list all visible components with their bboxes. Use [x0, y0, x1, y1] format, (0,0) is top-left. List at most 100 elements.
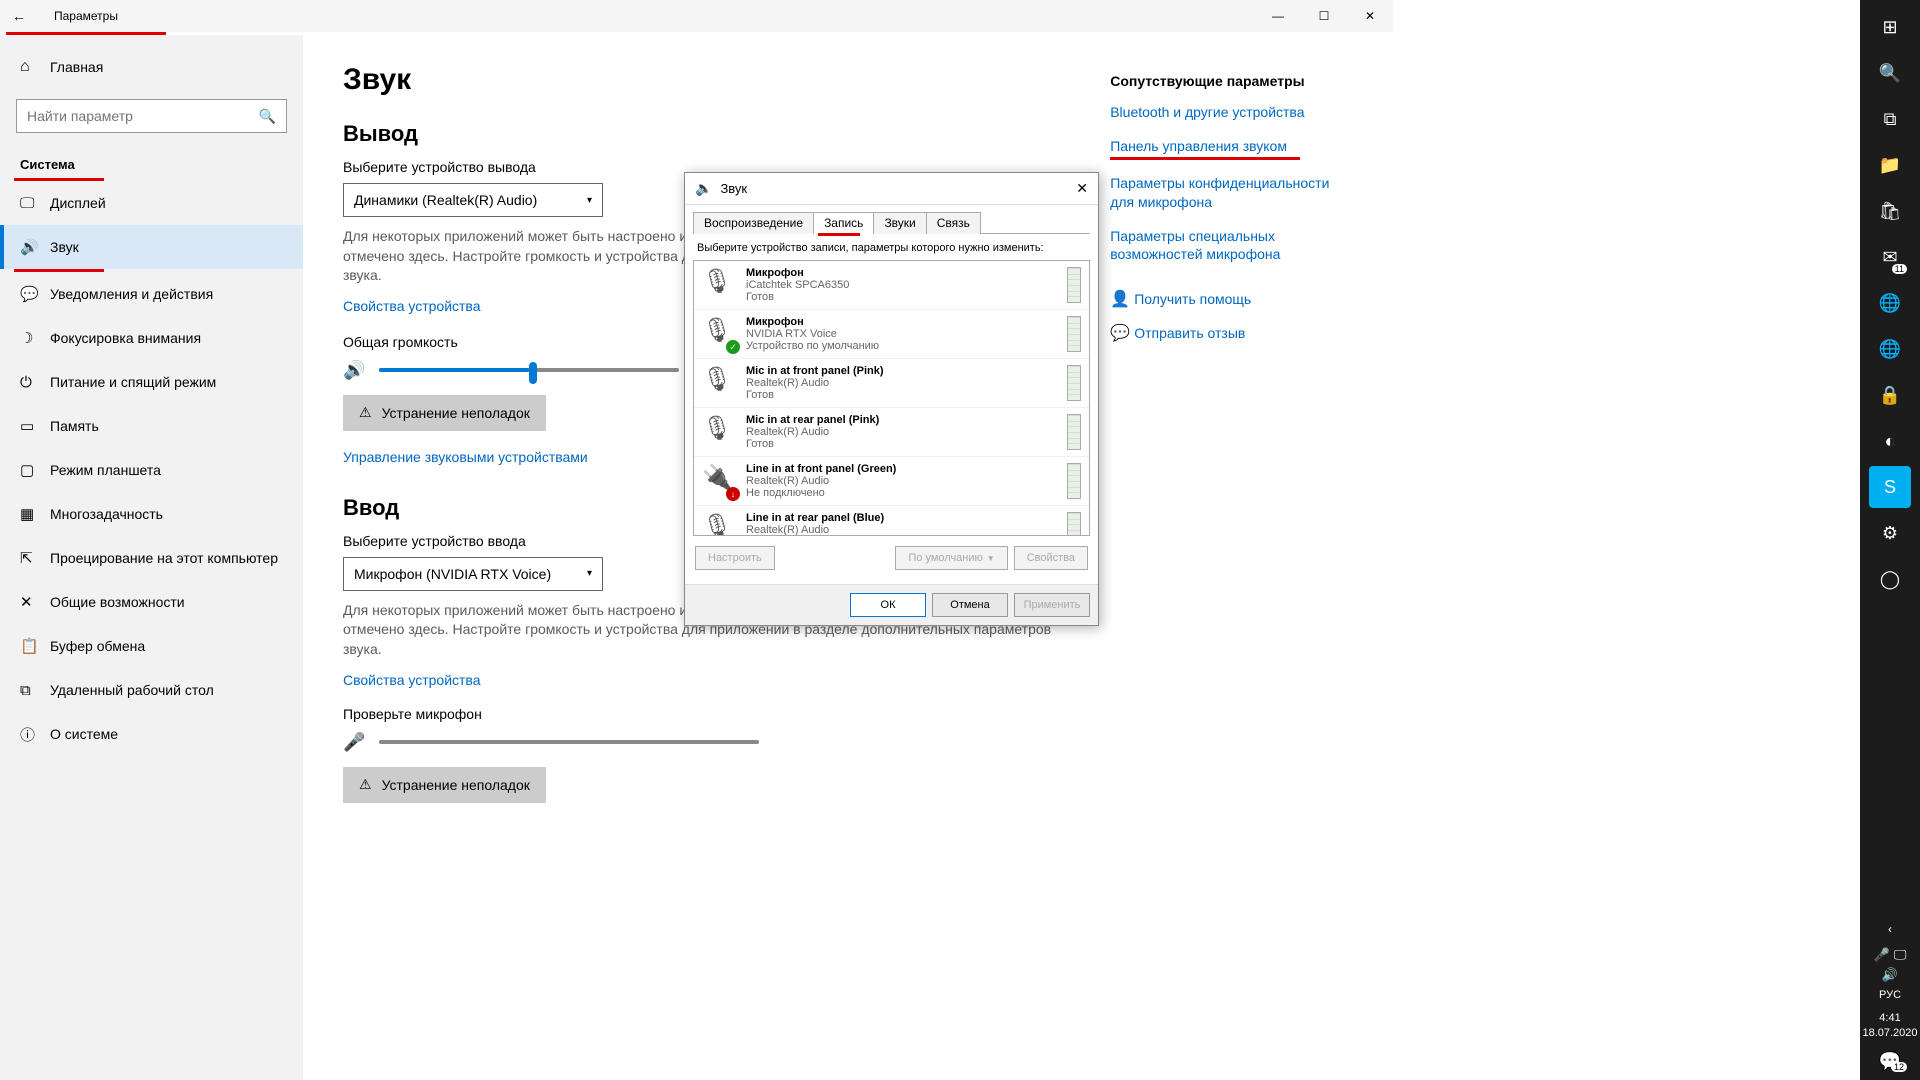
- taskbar-settings[interactable]: ⚙: [1869, 512, 1911, 554]
- sidebar: ⌂ Главная 🔍 Система 🖵Дисплей 🔊Звук 💬Увед…: [0, 35, 303, 1080]
- search-input[interactable]: [27, 108, 259, 124]
- tab-playback[interactable]: Воспроизведение: [693, 212, 814, 234]
- taskbar-search[interactable]: 🔍: [1869, 52, 1911, 94]
- apply-button[interactable]: Применить: [1014, 593, 1090, 617]
- dialog-close-button[interactable]: ✕: [1076, 180, 1088, 197]
- search-box[interactable]: 🔍: [16, 99, 287, 133]
- device-list-item[interactable]: 🎙 Mic in at front panel (Pink) Realtek(R…: [694, 359, 1089, 408]
- sidebar-item-notifications[interactable]: 💬Уведомления и действия: [0, 272, 303, 316]
- device-name: Mic in at rear panel (Pink): [746, 414, 1061, 426]
- device-status: Готов: [746, 389, 1061, 401]
- related-link-sound-control-panel[interactable]: Панель управления звуком: [1110, 137, 1353, 155]
- taskbar-app[interactable]: ◯: [1869, 558, 1911, 600]
- sidebar-item-label: Фокусировка внимания: [50, 330, 201, 346]
- device-list-item[interactable]: 🎙✓ Микрофон NVIDIA RTX Voice Устройство …: [694, 310, 1089, 359]
- sidebar-item-display[interactable]: 🖵Дисплей: [0, 181, 303, 225]
- input-device-properties-link[interactable]: Свойства устройства: [343, 672, 1110, 688]
- back-button[interactable]: ←: [12, 8, 36, 24]
- sidebar-item-remote[interactable]: ⧉ Удаленный рабочий стол: [0, 668, 303, 712]
- ok-button[interactable]: ОК: [850, 593, 926, 617]
- sidebar-home[interactable]: ⌂ Главная: [0, 45, 303, 89]
- sidebar-item-storage[interactable]: ▭Память: [0, 404, 303, 448]
- taskbar-expand-tray[interactable]: ‹: [1869, 917, 1911, 941]
- sidebar-item-multitask[interactable]: ▦Многозадачность: [0, 492, 303, 536]
- related-link-mic-accessibility[interactable]: Параметры специальных возможностей микро…: [1110, 227, 1353, 263]
- taskbar-volume-tray[interactable]: 🔊: [1882, 965, 1898, 985]
- give-feedback-link[interactable]: 💬 Отправить отзыв: [1110, 323, 1353, 343]
- sound-icon: 🔊: [20, 238, 42, 256]
- properties-button[interactable]: Свойства: [1014, 546, 1088, 570]
- titlebar: ← Параметры — ☐ ✕: [0, 0, 1393, 32]
- taskbar-taskview[interactable]: ⧉: [1869, 98, 1911, 140]
- start-button[interactable]: ⊞: [1869, 6, 1911, 48]
- volume-slider[interactable]: [379, 368, 679, 372]
- annotation-underline: [818, 233, 860, 236]
- set-default-button[interactable]: По умолчанию▼: [895, 546, 1007, 570]
- close-button[interactable]: ✕: [1347, 0, 1393, 32]
- taskbar-edge[interactable]: 🌐: [1869, 282, 1911, 324]
- configure-button[interactable]: Настроить: [695, 546, 775, 570]
- cancel-button[interactable]: Отмена: [932, 593, 1008, 617]
- dialog-footer: ОК Отмена Применить: [685, 584, 1098, 625]
- sidebar-item-sound[interactable]: 🔊Звук: [0, 225, 303, 269]
- device-driver: Realtek(R) Audio: [746, 426, 1061, 438]
- related-settings-panel: Сопутствующие параметры Bluetooth и друг…: [1110, 63, 1353, 1052]
- taskbar-clock[interactable]: 4:41 18.07.2020: [1862, 1005, 1917, 1046]
- output-device-value: Динамики (Realtek(R) Audio): [354, 192, 537, 208]
- related-link-mic-privacy[interactable]: Параметры конфиденциальности для микрофо…: [1110, 174, 1353, 210]
- taskbar-store[interactable]: 🛍: [1869, 190, 1911, 232]
- dialog-body: Воспроизведение Запись Звуки Связь Выбер…: [685, 205, 1098, 584]
- get-help-link[interactable]: 👤 Получить помощь: [1110, 289, 1353, 309]
- sidebar-item-tablet[interactable]: ▢Режим планшета: [0, 448, 303, 492]
- taskbar-mail[interactable]: ✉11: [1869, 236, 1911, 278]
- taskbar-edge-dev[interactable]: 🌐: [1869, 328, 1911, 370]
- device-list-item[interactable]: 🎙 Line in at rear panel (Blue) Realtek(R…: [694, 506, 1089, 536]
- troubleshoot-input-button[interactable]: ⚠ Устранение неполадок: [343, 767, 546, 803]
- taskbar-skype[interactable]: S: [1869, 466, 1911, 508]
- storage-icon: ▭: [20, 417, 42, 435]
- remote-icon: ⧉: [20, 682, 42, 699]
- tab-sounds[interactable]: Звуки: [873, 212, 926, 234]
- taskbar-tray[interactable]: 🎤🖵: [1874, 945, 1907, 965]
- related-link-bluetooth[interactable]: Bluetooth и другие устройства: [1110, 103, 1353, 121]
- tab-communications[interactable]: Связь: [926, 212, 981, 234]
- maximize-button[interactable]: ☐: [1301, 0, 1347, 32]
- warning-icon: ⚠: [359, 776, 372, 793]
- speaker-icon: 🔈: [695, 180, 712, 197]
- sidebar-item-label: Удаленный рабочий стол: [50, 682, 214, 698]
- sidebar-item-projecting[interactable]: ⇱Проецирование на этот компьютер: [0, 536, 303, 580]
- sidebar-item-power[interactable]: ⏻Питание и спящий режим: [0, 360, 303, 404]
- taskbar-language[interactable]: РУС: [1879, 985, 1901, 1005]
- dialog-titlebar: 🔈 Звук ✕: [685, 173, 1098, 205]
- tab-recording[interactable]: Запись: [813, 212, 874, 234]
- projecting-icon: ⇱: [20, 549, 42, 567]
- input-device-dropdown[interactable]: Микрофон (NVIDIA RTX Voice) ▾: [343, 557, 603, 591]
- taskbar-notifications[interactable]: 💬12: [1869, 1046, 1911, 1076]
- device-list-item[interactable]: 🔌↓ Line in at front panel (Green) Realte…: [694, 457, 1089, 506]
- sidebar-item-about[interactable]: ⓘО системе: [0, 712, 303, 756]
- sidebar-item-clipboard[interactable]: 📋Буфер обмена: [0, 624, 303, 668]
- sidebar-item-label: Общие возможности: [50, 594, 185, 610]
- sound-dialog: 🔈 Звук ✕ Воспроизведение Запись Звуки Св…: [684, 172, 1099, 626]
- sidebar-item-focus[interactable]: ☽Фокусировка внимания: [0, 316, 303, 360]
- device-status: Не подключено: [746, 487, 1061, 499]
- minimize-button[interactable]: —: [1255, 0, 1301, 32]
- device-text: Микрофон iCatchtek SPCA6350 Готов: [746, 267, 1061, 303]
- sidebar-home-label: Главная: [50, 59, 103, 75]
- device-name: Line in at rear panel (Blue): [746, 512, 1061, 524]
- device-icon: 🎙: [702, 365, 738, 401]
- recording-device-list[interactable]: 🎙 Микрофон iCatchtek SPCA6350 Готов 🎙✓ М…: [693, 260, 1090, 536]
- slider-thumb[interactable]: [529, 362, 537, 384]
- device-list-item[interactable]: 🎙 Mic in at rear panel (Pink) Realtek(R)…: [694, 408, 1089, 457]
- sidebar-item-shared[interactable]: ✕Общие возможности: [0, 580, 303, 624]
- troubleshoot-output-button[interactable]: ⚠ Устранение неполадок: [343, 395, 546, 431]
- page-title: Звук: [343, 63, 1110, 97]
- device-status: Готов: [746, 438, 1061, 450]
- sidebar-section-label: Система: [0, 143, 303, 178]
- device-list-item[interactable]: 🎙 Микрофон iCatchtek SPCA6350 Готов: [694, 261, 1089, 310]
- sidebar-item-label: Режим планшета: [50, 462, 161, 478]
- taskbar-security[interactable]: 🔒: [1869, 374, 1911, 416]
- output-device-dropdown[interactable]: Динамики (Realtek(R) Audio) ▾: [343, 183, 603, 217]
- taskbar-steam[interactable]: ◐: [1869, 420, 1911, 462]
- taskbar-explorer[interactable]: 📁: [1869, 144, 1911, 186]
